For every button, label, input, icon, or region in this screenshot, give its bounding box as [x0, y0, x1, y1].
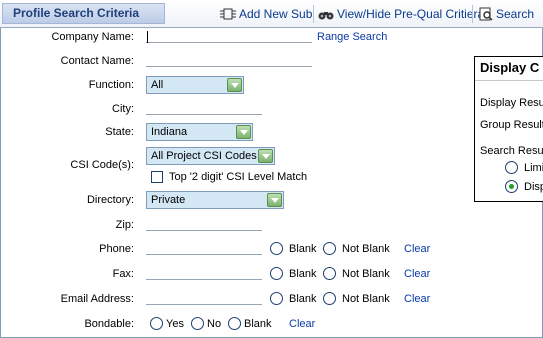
phone-not-blank-label: Not Blank	[342, 243, 390, 255]
bondable-clear-link[interactable]: Clear	[289, 318, 315, 330]
csi-codes-label: CSI Code(s):	[70, 159, 134, 171]
directory-select[interactable]: Private	[146, 191, 284, 209]
function-select[interactable]: All	[146, 76, 244, 94]
chevron-down-icon[interactable]	[267, 193, 282, 207]
bondable-yes-label: Yes	[166, 318, 184, 330]
function-label: Function:	[88, 79, 134, 91]
range-search-link[interactable]: Range Search	[317, 31, 387, 43]
display-panel-title: Display C	[475, 57, 543, 81]
bondable-blank-radio[interactable]	[228, 317, 241, 330]
add-new-sub-label: Add New Sub	[239, 7, 313, 21]
function-selected: All	[151, 79, 164, 91]
binoculars-icon	[318, 12, 334, 20]
fax-blank-radio[interactable]	[270, 267, 283, 280]
display-options-panel: Display C Display Resu Group Result Sear…	[474, 56, 543, 202]
phone-label: Phone:	[99, 243, 134, 255]
fax-blank-label: Blank	[289, 268, 317, 280]
city-label: City:	[112, 103, 134, 115]
chevron-down-icon[interactable]	[227, 78, 242, 92]
state-select[interactable]: Indiana	[146, 123, 253, 141]
chevron-down-icon[interactable]	[236, 125, 251, 139]
directory-selected: Private	[151, 194, 186, 206]
directory-label: Directory:	[86, 194, 134, 206]
add-new-sub-button[interactable]: Add New Sub	[220, 5, 312, 23]
limit-radio[interactable]	[505, 161, 518, 174]
phone-blank-label: Blank	[289, 243, 317, 255]
phone-not-blank-radio[interactable]	[323, 242, 336, 255]
email-label: Email Address:	[60, 293, 134, 305]
bondable-no-label: No	[207, 318, 222, 330]
email-not-blank-label: Not Blank	[342, 293, 390, 305]
fax-clear-link[interactable]: Clear	[404, 268, 430, 280]
contact-name-label: Contact Name:	[60, 55, 134, 67]
fax-not-blank-label: Not Blank	[342, 268, 390, 280]
view-hide-prequal-label: View/Hide Pre-Qual Critiera	[337, 7, 485, 21]
company-name-input[interactable]	[146, 30, 312, 43]
text-caret	[147, 31, 148, 43]
email-blank-radio[interactable]	[270, 292, 283, 305]
email-clear-link[interactable]: Clear	[404, 293, 430, 305]
company-name-label: Company Name:	[51, 31, 134, 43]
csi-codes-selected: All Project CSI Codes	[151, 150, 257, 162]
search-results-label: Search Resu	[480, 145, 543, 157]
email-not-blank-radio[interactable]	[323, 292, 336, 305]
fax-label: Fax:	[112, 268, 134, 280]
phone-input[interactable]	[146, 242, 262, 255]
bondable-label: Bondable:	[84, 318, 134, 330]
fax-input[interactable]	[146, 267, 262, 280]
email-blank-label: Blank	[289, 293, 317, 305]
contact-name-input[interactable]	[146, 54, 312, 67]
display-results-label: Display Resu	[480, 97, 543, 109]
bondable-no-radio[interactable]	[191, 317, 204, 330]
csi-codes-select[interactable]: All Project CSI Codes	[146, 147, 275, 165]
state-label: State:	[105, 126, 134, 138]
toolbar: Profile Search Criteria Add New Sub View…	[0, 0, 543, 28]
group-results-label: Group Result	[480, 119, 543, 131]
chevron-down-icon[interactable]	[258, 149, 273, 163]
top-2-digit-csi-checkbox[interactable]	[151, 171, 163, 183]
zip-input[interactable]	[146, 218, 262, 231]
page-title: Profile Search Criteria	[2, 3, 165, 24]
bondable-yes-radio[interactable]	[150, 317, 163, 330]
add-sub-icon	[220, 8, 236, 20]
toolbar-separator	[472, 5, 473, 23]
top-2-digit-csi-label: Top '2 digit' CSI Level Match	[169, 171, 308, 183]
email-input[interactable]	[146, 292, 262, 305]
toolbar-separator	[313, 5, 314, 23]
zip-label: Zip:	[115, 219, 134, 231]
search-label: Search	[496, 7, 535, 21]
search-icon	[479, 7, 493, 21]
city-input[interactable]	[146, 102, 262, 115]
display-label: Disp	[524, 181, 543, 193]
limit-label: Limi	[524, 162, 543, 174]
bondable-blank-label: Blank	[244, 318, 272, 330]
state-selected: Indiana	[151, 126, 188, 138]
search-button[interactable]: Search	[479, 5, 534, 23]
view-hide-prequal-button[interactable]: View/Hide Pre-Qual Critiera	[318, 5, 484, 23]
phone-clear-link[interactable]: Clear	[404, 243, 430, 255]
display-radio[interactable]	[505, 180, 518, 193]
fax-not-blank-radio[interactable]	[323, 267, 336, 280]
phone-blank-radio[interactable]	[270, 242, 283, 255]
